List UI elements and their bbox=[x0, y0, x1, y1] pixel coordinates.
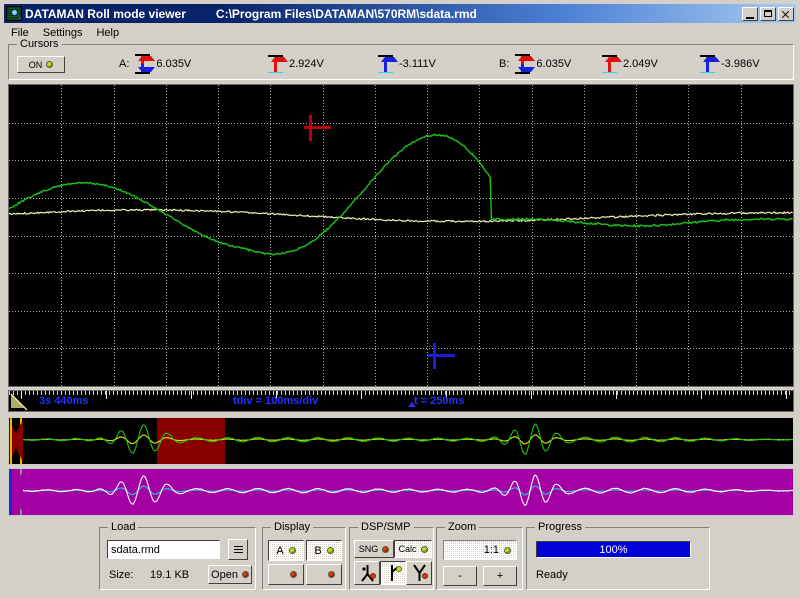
minimize-button[interactable] bbox=[742, 7, 758, 21]
display-channel-a-button[interactable]: A bbox=[268, 540, 304, 561]
navigator-b-traces bbox=[9, 469, 793, 515]
close-button[interactable] bbox=[778, 7, 794, 21]
display-extra-a-button[interactable] bbox=[268, 564, 304, 585]
display-channel-b-label: B bbox=[314, 545, 321, 557]
upper-arrow-red-icon bbox=[267, 53, 284, 75]
dsp-smp-panel: DSP/SMP SNG Calc bbox=[349, 527, 434, 590]
cursors-on-label: ON bbox=[29, 60, 43, 70]
open-button-label: Open bbox=[211, 569, 238, 581]
trigger-normal-icon bbox=[359, 563, 376, 583]
navigator-strip-a[interactable] bbox=[8, 417, 794, 465]
upper-arrow-red-icon-b bbox=[601, 53, 618, 75]
menu-item-help[interactable]: Help bbox=[96, 27, 119, 39]
display-channel-b-button[interactable]: B bbox=[306, 540, 342, 561]
cursor-a-delta-value: 6.035V bbox=[156, 58, 191, 70]
trigger-auto-button[interactable] bbox=[406, 561, 432, 585]
cursor-b-delta-value: 6.035V bbox=[536, 58, 571, 70]
navigator-right-handle-b[interactable] bbox=[9, 469, 23, 515]
window-title: DATAMAN Roll mode viewer bbox=[25, 7, 186, 21]
cursor-a-delta: A: 6.035V bbox=[119, 53, 191, 75]
magnifier-screen-icon bbox=[6, 6, 22, 21]
cursor-b-upper: 2.049V bbox=[601, 53, 658, 75]
cursor-a-label: A: bbox=[119, 58, 129, 70]
calc-label: Calc bbox=[398, 544, 416, 554]
display-extra-b-led bbox=[328, 571, 335, 578]
ruler-ticks bbox=[9, 391, 793, 395]
cursors-on-button[interactable]: ON bbox=[17, 56, 65, 73]
cursor-b-lower: -3.986V bbox=[699, 53, 760, 75]
delta-arrow-icon bbox=[134, 53, 151, 75]
sng-button[interactable]: SNG bbox=[354, 540, 394, 558]
cursors-on-led bbox=[46, 61, 53, 68]
open-button[interactable]: Open bbox=[208, 565, 252, 584]
zoom-led bbox=[504, 547, 511, 554]
trigger-auto-icon bbox=[411, 563, 428, 583]
origin-marker-icon bbox=[10, 393, 30, 411]
window-file-path: C:\Program Files\DATAMAN\570RM\sdata.rmd bbox=[216, 7, 477, 21]
trigger-single-button[interactable] bbox=[380, 561, 406, 585]
status-text: Ready bbox=[536, 569, 568, 581]
cursor-b-delta: B: 6.035V bbox=[499, 53, 571, 75]
cursors-group-legend: Cursors bbox=[17, 38, 62, 50]
delta-arrow-icon-b bbox=[514, 53, 531, 75]
cursor-a-upper: 2.924V bbox=[267, 53, 324, 75]
maximize-button[interactable] bbox=[760, 7, 776, 21]
application-window: DATAMAN Roll mode viewer C:\Program File… bbox=[0, 0, 800, 598]
zoom-out-button[interactable]: - bbox=[443, 566, 477, 586]
timebase-info-bar: 3s 440ms tdiv = 100ms/div t = 250ms bbox=[8, 390, 794, 412]
trigger-single-icon bbox=[385, 563, 402, 583]
navigator-a-traces bbox=[9, 418, 793, 464]
zoom-value-display: 1:1 bbox=[443, 540, 517, 560]
filename-input[interactable]: sdata.rmd bbox=[107, 540, 220, 559]
zoom-value: 1:1 bbox=[484, 544, 499, 556]
file-size-label: Size: bbox=[109, 569, 133, 581]
sng-label: SNG bbox=[359, 544, 379, 554]
menu-bar: File Settings Help bbox=[4, 25, 796, 41]
lower-arrow-blue-icon-b bbox=[699, 53, 716, 75]
zoom-in-button[interactable]: + bbox=[483, 566, 517, 586]
lower-arrow-blue-icon bbox=[377, 53, 394, 75]
progress-panel: Progress 100% Ready bbox=[526, 527, 710, 590]
cursor-a-lower-value: -3.111V bbox=[399, 58, 436, 70]
browse-file-button[interactable] bbox=[228, 539, 248, 560]
display-channel-a-label: A bbox=[276, 545, 283, 557]
display-extra-a-led bbox=[290, 571, 297, 578]
progress-panel-legend: Progress bbox=[535, 521, 585, 533]
display-channel-a-led bbox=[289, 547, 296, 554]
cursor-a-upper-value: 2.924V bbox=[289, 58, 324, 70]
scope-traces bbox=[9, 85, 793, 386]
navigator-strip-b[interactable] bbox=[8, 468, 794, 516]
navigator-right-handle-a[interactable] bbox=[9, 418, 23, 464]
load-panel: Load sdata.rmd Size: 19.1 KB Open bbox=[99, 527, 256, 590]
cursor-b-lower-value: -3.986V bbox=[721, 58, 760, 70]
display-channel-b-led bbox=[327, 547, 334, 554]
cursor-b-upper-value: 2.049V bbox=[623, 58, 658, 70]
sng-led bbox=[382, 546, 389, 553]
title-bar: DATAMAN Roll mode viewer C:\Program File… bbox=[4, 4, 796, 23]
timebase-delta-t: t = 250ms bbox=[414, 395, 464, 407]
display-extra-b-button[interactable] bbox=[306, 564, 342, 585]
calc-led bbox=[421, 546, 428, 553]
display-panel-legend: Display bbox=[271, 521, 313, 533]
control-panel: Load sdata.rmd Size: 19.1 KB Open Displa… bbox=[4, 519, 796, 596]
zoom-panel-legend: Zoom bbox=[445, 521, 479, 533]
timebase-position: 3s 440ms bbox=[39, 395, 89, 407]
display-panel: Display A B bbox=[262, 527, 346, 590]
load-panel-legend: Load bbox=[108, 521, 138, 533]
calc-button[interactable]: Calc bbox=[394, 540, 432, 558]
dsp-smp-panel-legend: DSP/SMP bbox=[358, 521, 414, 533]
window-controls bbox=[742, 7, 796, 21]
cursors-group: Cursors ON A: 6.035V 2.924V -3.111V bbox=[8, 44, 794, 80]
progress-bar: 100% bbox=[536, 541, 691, 558]
zoom-panel: Zoom 1:1 - + bbox=[436, 527, 523, 590]
file-size-value: 19.1 KB bbox=[150, 569, 189, 581]
open-button-led bbox=[242, 571, 249, 578]
cursor-a-lower: -3.111V bbox=[377, 53, 436, 75]
timebase-per-div: tdiv = 100ms/div bbox=[233, 395, 318, 407]
scope-display[interactable] bbox=[8, 84, 794, 387]
cursor-b-label: B: bbox=[499, 58, 509, 70]
trigger-normal-button[interactable] bbox=[354, 561, 380, 585]
